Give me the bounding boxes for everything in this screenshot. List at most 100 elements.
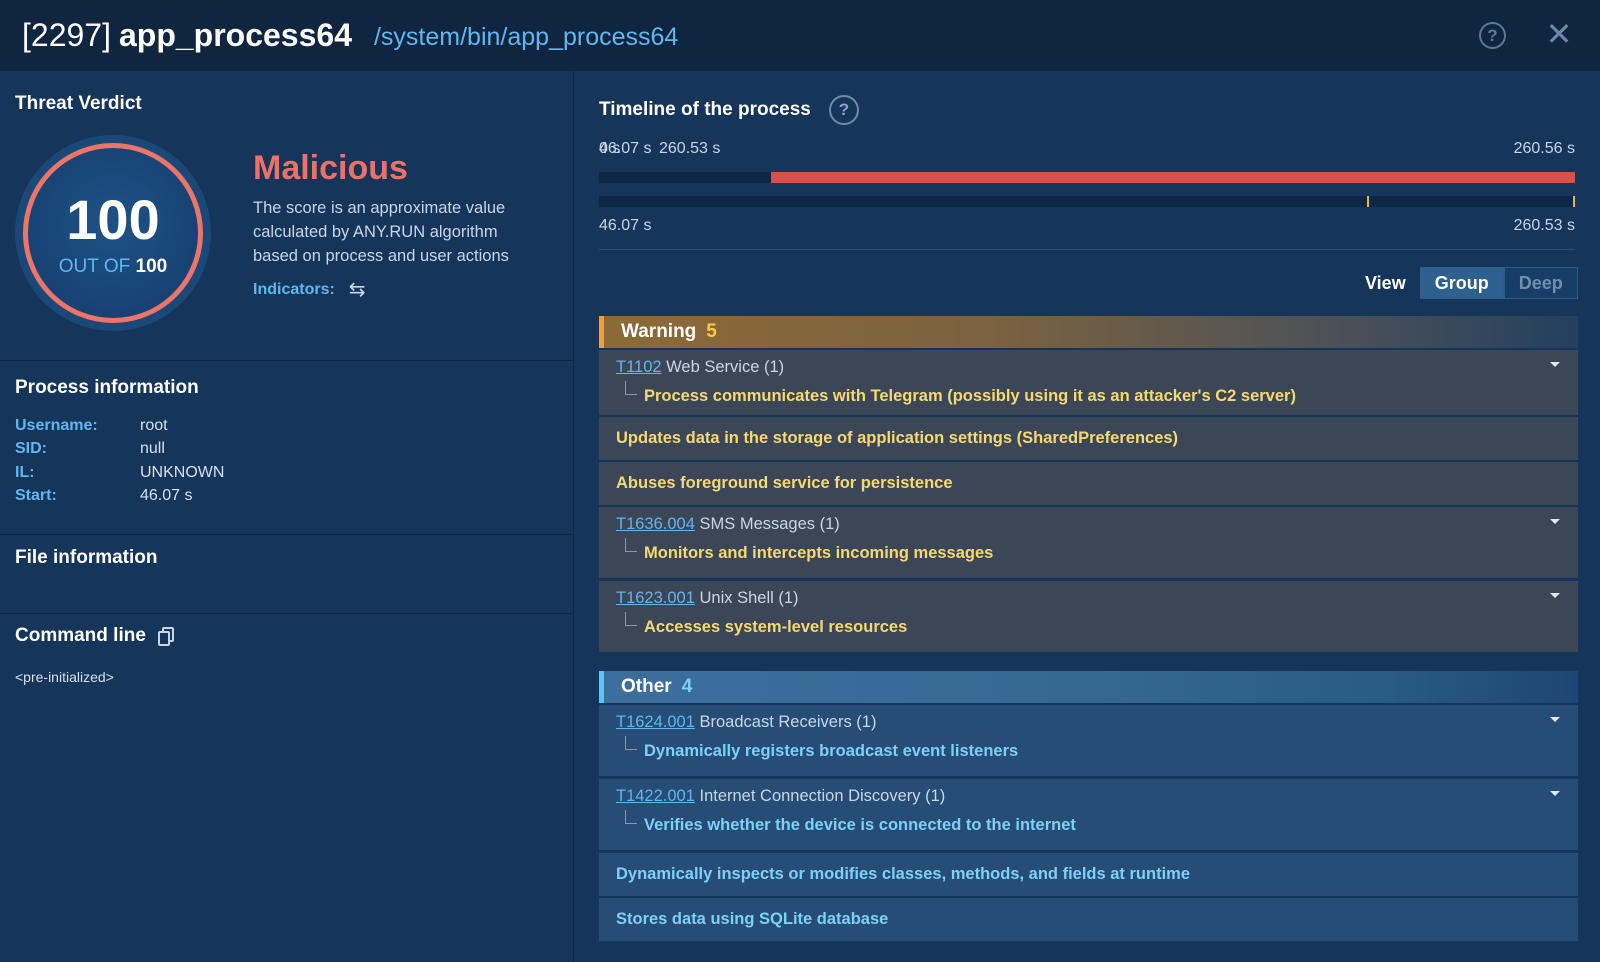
- window-header: [2297] app_process64 /system/bin/app_pro…: [0, 0, 1600, 71]
- warning-group-header[interactable]: Warning 5: [599, 316, 1578, 348]
- technique-id-link[interactable]: T1102: [616, 358, 662, 376]
- technique-name: Unix Shell (1): [694, 589, 799, 607]
- behavior-item[interactable]: Abuses foreground service for persistenc…: [599, 462, 1578, 505]
- view-group-button[interactable]: Group: [1419, 267, 1504, 299]
- indicators[interactable]: Indicators: ⇆: [253, 277, 366, 302]
- technique-line: T1102 Web Service (1): [616, 358, 784, 377]
- start-key: Start:: [15, 487, 57, 504]
- threat-verdict-title: Threat Verdict: [15, 93, 142, 114]
- sid-key: SID:: [15, 440, 47, 457]
- indicators-label: Indicators:: [253, 280, 335, 298]
- score-value: 100: [66, 188, 160, 251]
- file-info-title[interactable]: File information: [15, 547, 158, 569]
- out-of-value: 100: [135, 256, 168, 277]
- behavior-item[interactable]: Updates data in the storage of applicati…: [599, 417, 1578, 460]
- divider: [0, 534, 574, 535]
- username-value: root: [140, 417, 168, 434]
- start-value: 46.07 s: [140, 487, 193, 504]
- technique-name: SMS Messages (1): [694, 515, 840, 533]
- tree-branch: [625, 381, 637, 395]
- divider: [0, 613, 574, 614]
- process-info-title: Process information: [15, 377, 199, 398]
- technique-name: Web Service (1): [661, 358, 785, 376]
- command-line-value: <pre-initialized>: [15, 669, 114, 685]
- tree-branch: [625, 810, 637, 824]
- verdict-description: The score is an approximate value calcul…: [253, 199, 509, 265]
- score-gauge: 100 OUT OF 100: [15, 135, 211, 331]
- timeline-end-label: 260.56 s: [1513, 140, 1575, 157]
- timeline-mid-label: 260.53 s: [659, 140, 721, 157]
- timeline-overall-bar[interactable]: [599, 172, 1575, 183]
- il-value: UNKNOWN: [140, 464, 225, 481]
- behavior-item[interactable]: Stores data using SQLite database: [599, 898, 1578, 941]
- behavior-description: Monitors and intercepts incoming message…: [644, 544, 994, 562]
- technique-id-link[interactable]: T1422.001: [616, 787, 695, 805]
- technique-id-link[interactable]: T1636.004: [616, 515, 695, 533]
- behavior-description: Verifies whether the device is connected…: [644, 816, 1076, 834]
- behavior-item[interactable]: T1636.004 SMS Messages (1) Monitors and …: [599, 507, 1578, 578]
- technique-line: T1422.001 Internet Connection Discovery …: [616, 787, 945, 806]
- out-of-label: OUT OF: [58, 256, 131, 277]
- command-line-label: Command line: [15, 625, 146, 646]
- technique-id-link[interactable]: T1624.001: [616, 713, 695, 731]
- divider: [0, 360, 574, 361]
- other-group-count: 4: [681, 676, 693, 697]
- chevron-down-icon[interactable]: [1550, 791, 1560, 796]
- timeline-process-span: [770, 172, 1575, 183]
- warning-group-label: Warning: [621, 321, 697, 342]
- timeline-event-tick: [1367, 196, 1369, 207]
- right-panel: Timeline of the process ? 46.07 s 0 s 26…: [575, 71, 1600, 962]
- chevron-down-icon[interactable]: [1550, 593, 1560, 598]
- other-group-label: Other: [621, 676, 672, 697]
- behavior-item[interactable]: T1422.001 Internet Connection Discovery …: [599, 779, 1578, 850]
- timeline-title-text: Timeline of the process: [599, 99, 811, 120]
- technique-line: T1636.004 SMS Messages (1): [616, 515, 840, 534]
- behavior-description: Process communicates with Telegram (poss…: [644, 387, 1296, 405]
- left-panel: Threat Verdict 100 OUT OF 100 Malicious …: [0, 71, 574, 962]
- username-key: Username:: [15, 417, 98, 434]
- behavior-item[interactable]: T1623.001 Unix Shell (1) Accesses system…: [599, 581, 1578, 652]
- view-switch: View Group Deep: [1365, 267, 1578, 299]
- sid-value: null: [140, 440, 165, 457]
- divider: [599, 249, 1575, 250]
- copy-icon[interactable]: [157, 627, 174, 646]
- chevron-down-icon[interactable]: [1550, 717, 1560, 722]
- technique-id-link[interactable]: T1623.001: [616, 589, 695, 607]
- help-icon[interactable]: ?: [828, 95, 859, 125]
- technique-line: T1623.001 Unix Shell (1): [616, 589, 799, 608]
- timeline-detail-bar[interactable]: [599, 196, 1575, 207]
- technique-name: Broadcast Receivers (1): [694, 713, 877, 731]
- timeline-detail-end: 260.53 s: [1513, 217, 1575, 234]
- command-line-title: Command line: [15, 625, 174, 647]
- timeline-title: Timeline of the process ?: [599, 95, 859, 125]
- behavior-item[interactable]: Dynamically inspects or modifies classes…: [599, 853, 1578, 896]
- view-deep-button[interactable]: Deep: [1503, 267, 1578, 299]
- behavior-item[interactable]: T1102 Web Service (1) Process communicat…: [599, 350, 1578, 415]
- il-key: IL:: [15, 464, 35, 481]
- swap-arrows-icon[interactable]: ⇆: [349, 277, 366, 302]
- behavior-item[interactable]: T1624.001 Broadcast Receivers (1) Dynami…: [599, 705, 1578, 776]
- timeline-detail-start: 46.07 s: [599, 217, 652, 234]
- view-label: View: [1365, 272, 1406, 293]
- chevron-down-icon[interactable]: [1550, 519, 1560, 524]
- help-icon[interactable]: ?: [1479, 22, 1506, 49]
- timeline-event-tick: [1573, 196, 1575, 207]
- warning-group-count: 5: [706, 321, 717, 342]
- behavior-description: Abuses foreground service for persistenc…: [616, 474, 953, 492]
- verdict-label: Malicious: [253, 149, 408, 187]
- tree-branch: [625, 538, 637, 552]
- close-icon[interactable]: ✕: [1545, 18, 1573, 50]
- process-path: /system/bin/app_process64: [373, 23, 679, 51]
- process-id: [2297]: [22, 17, 111, 53]
- score-out-of: OUT OF 100: [28, 256, 198, 278]
- technique-name: Internet Connection Discovery (1): [694, 787, 946, 805]
- behavior-description: Dynamically registers broadcast event li…: [644, 742, 1019, 760]
- chevron-down-icon[interactable]: [1550, 362, 1560, 367]
- tree-branch: [625, 736, 637, 750]
- behavior-description: Stores data using SQLite database: [616, 910, 889, 928]
- behavior-description: Updates data in the storage of applicati…: [616, 429, 1179, 447]
- other-group-header[interactable]: Other 4: [599, 671, 1578, 703]
- score-ring: 100 OUT OF 100: [23, 143, 203, 323]
- technique-line: T1624.001 Broadcast Receivers (1): [616, 713, 876, 732]
- behavior-description: Dynamically inspects or modifies classes…: [616, 865, 1191, 883]
